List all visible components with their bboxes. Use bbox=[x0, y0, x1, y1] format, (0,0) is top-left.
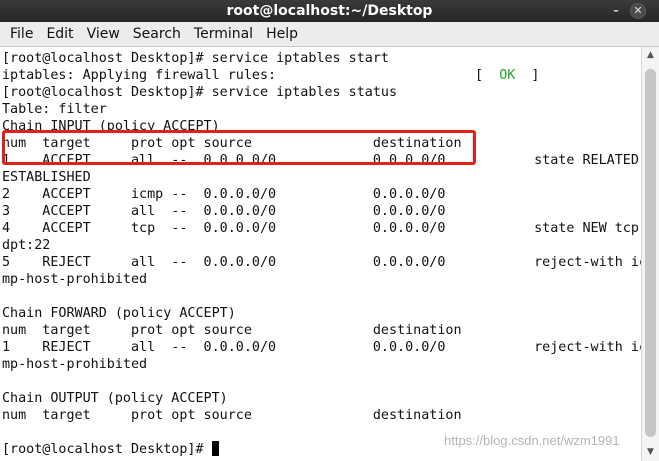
menu-edit[interactable]: Edit bbox=[45, 26, 74, 42]
scroll-down-icon[interactable]: ▼ bbox=[642, 444, 659, 461]
terminal-line: num target prot opt source destination bbox=[2, 136, 462, 151]
minimize-icon[interactable]: – bbox=[608, 3, 624, 19]
terminal-line: ESTABLISHED bbox=[2, 170, 91, 185]
window-titlebar[interactable]: root@localhost:~/Desktop – ✕ bbox=[0, 0, 659, 22]
ok-bracket-open: [ bbox=[475, 68, 500, 83]
terminal-line: 4 ACCEPT tcp -- 0.0.0.0/0 0.0.0.0/0 stat… bbox=[2, 221, 639, 236]
terminal-line: Chain OUTPUT (policy ACCEPT) bbox=[2, 391, 228, 406]
applying-rules-text: iptables: Applying firewall rules: bbox=[2, 68, 277, 83]
ok-status: [ OK ] bbox=[475, 67, 540, 84]
vertical-scrollbar[interactable]: ▲ ▼ bbox=[641, 47, 659, 461]
scroll-thumb[interactable] bbox=[645, 69, 656, 437]
window-title: root@localhost:~/Desktop bbox=[226, 3, 433, 19]
terminal-line: iptables: Applying firewall rules: bbox=[2, 67, 276, 84]
terminal-line: 5 REJECT all -- 0.0.0.0/0 0.0.0.0/0 reje… bbox=[2, 255, 647, 270]
terminal-output[interactable]: [root@localhost Desktop]# service iptabl… bbox=[0, 47, 647, 461]
terminal-line: [root@localhost Desktop]# service iptabl… bbox=[2, 51, 389, 66]
watermark: https://blog.csdn.net/wzm1991 bbox=[444, 433, 620, 448]
menu-bar: File Edit View Search Terminal Help bbox=[0, 22, 659, 47]
terminal-line: [root@localhost Desktop]# service iptabl… bbox=[2, 85, 398, 100]
menu-view[interactable]: View bbox=[86, 26, 121, 42]
menu-help[interactable]: Help bbox=[265, 26, 299, 42]
terminal-prompt-line: [root@localhost Desktop]# bbox=[2, 441, 219, 458]
terminal-line: 3 ACCEPT all -- 0.0.0.0/0 0.0.0.0/0 bbox=[2, 204, 446, 219]
terminal-line: num target prot opt source destination bbox=[2, 323, 462, 338]
terminal-line: Chain FORWARD (policy ACCEPT) bbox=[2, 306, 236, 321]
menu-search[interactable]: Search bbox=[132, 26, 182, 42]
terminal-line: num target prot opt source destination bbox=[2, 408, 462, 423]
menu-file[interactable]: File bbox=[9, 26, 34, 42]
text-cursor bbox=[211, 441, 219, 456]
close-icon[interactable]: ✕ bbox=[630, 3, 646, 19]
terminal-line: mp-host-prohibited bbox=[2, 357, 148, 372]
menu-terminal[interactable]: Terminal bbox=[193, 26, 254, 42]
terminal-line: Chain INPUT (policy ACCEPT) bbox=[2, 119, 220, 134]
terminal-line: 2 ACCEPT icmp -- 0.0.0.0/0 0.0.0.0/0 bbox=[2, 187, 446, 202]
ok-text: OK bbox=[499, 68, 516, 83]
terminal-line: 1 ACCEPT all -- 0.0.0.0/0 0.0.0.0/0 stat… bbox=[2, 153, 647, 168]
scroll-up-icon[interactable]: ▲ bbox=[642, 47, 659, 64]
terminal-line: mp-host-prohibited bbox=[2, 272, 148, 287]
terminal-line: Table: filter bbox=[2, 102, 107, 117]
ok-bracket-close: ] bbox=[515, 68, 540, 83]
terminal-prompt: [root@localhost Desktop]# bbox=[2, 442, 212, 457]
terminal-line: 1 REJECT all -- 0.0.0.0/0 0.0.0.0/0 reje… bbox=[2, 340, 647, 355]
terminal-line: dpt:22 bbox=[2, 238, 51, 253]
